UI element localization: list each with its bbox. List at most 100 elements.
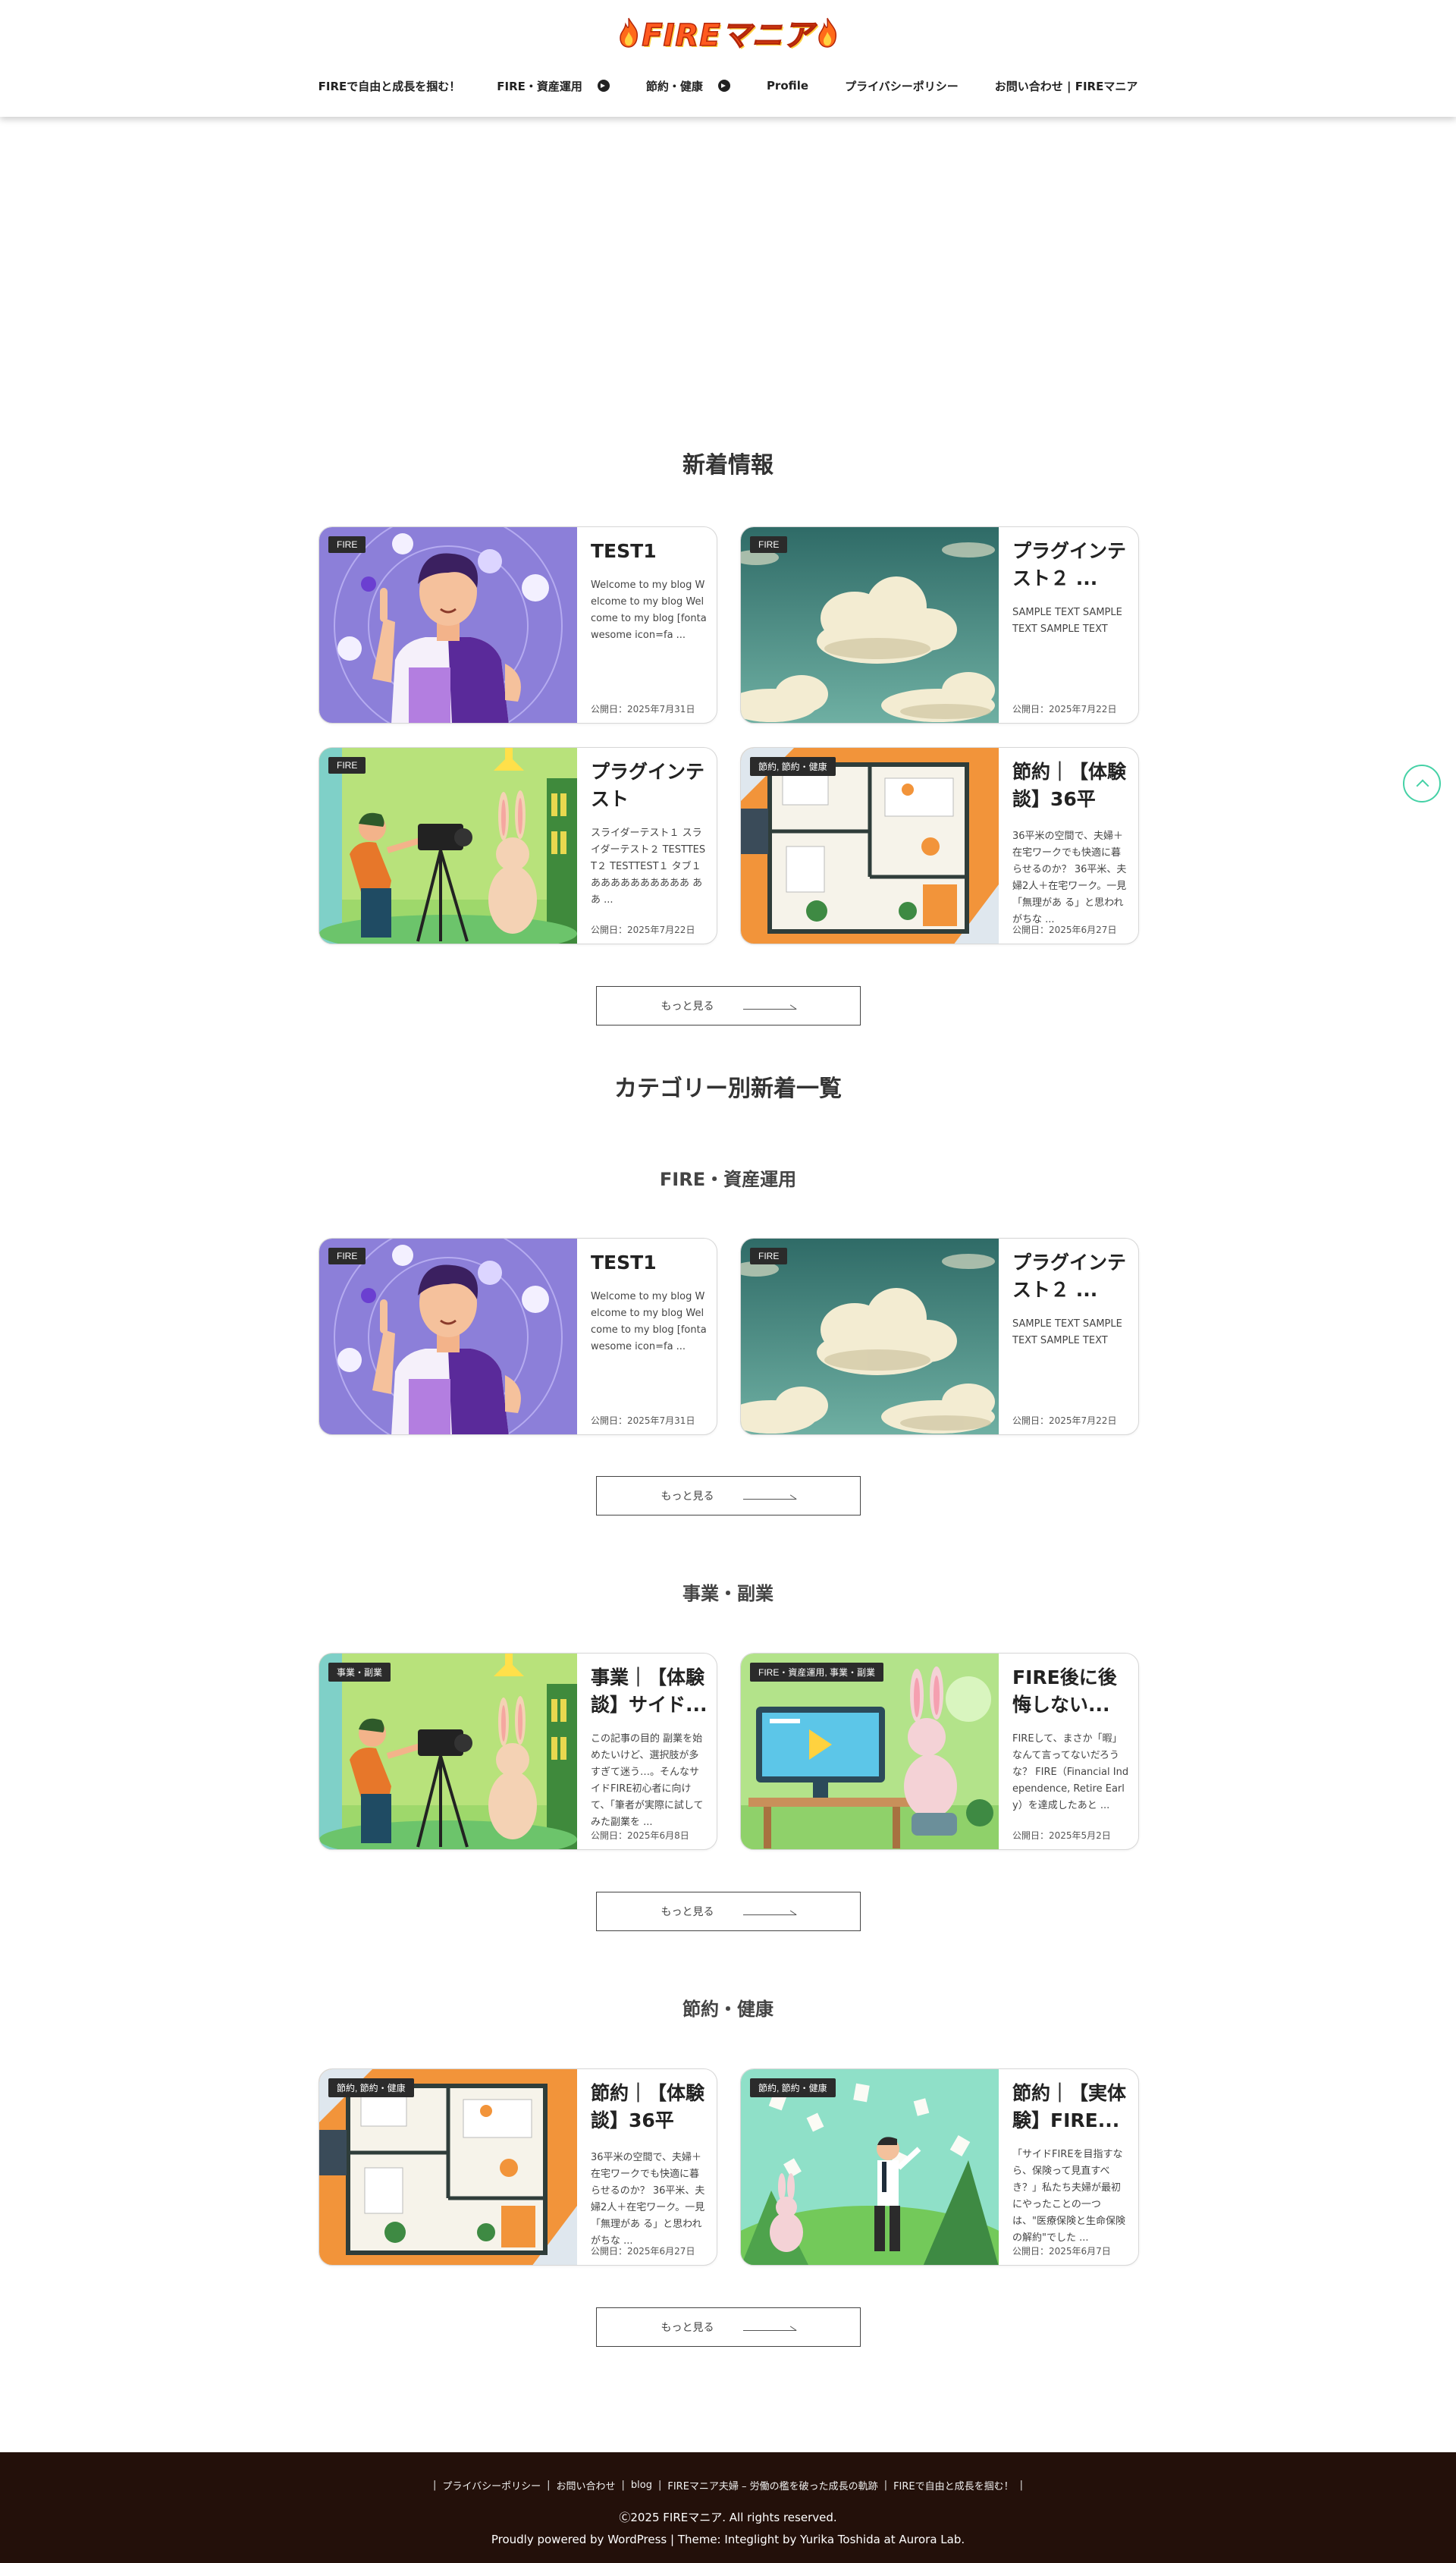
post-excerpt: 36平米の空間で、夫婦＋在宅ワークでも快適に暮らせるのか？ 36平米、夫婦2人＋…	[591, 2152, 705, 2247]
category-business-heading: 事業・副業	[682, 1583, 774, 1604]
post-card[interactable]: 節約, 節約・健康 節約｜【体験談】36平米... 36平米の空間で、夫婦＋在宅…	[318, 2068, 717, 2266]
back-to-top-button[interactable]	[1403, 765, 1441, 803]
post-body: 節約｜【実体験】FIRE... 「サイドFIREを目指すなら、保険って見直すべき…	[1012, 2080, 1129, 2257]
post-title[interactable]: TEST1	[591, 538, 708, 565]
footer-link-blog[interactable]: blog	[631, 2480, 652, 2491]
post-body: プラグインテスト２ ... SAMPLE TEXT SAMPLE TEXT SA…	[1012, 1249, 1129, 1427]
post-thumbnail[interactable]	[741, 527, 999, 723]
footer-link-privacy[interactable]: プライバシーポリシー	[442, 2478, 541, 2492]
post-thumbnail[interactable]	[741, 2069, 999, 2265]
post-excerpt: 36平米の空間で、夫婦＋在宅ワークでも快適に暮らせるのか？ 36平米、夫婦2人＋…	[1012, 831, 1127, 925]
post-card[interactable]: FIRE TEST1 Welcome to my blog Welcome to…	[318, 1238, 717, 1435]
post-card[interactable]: FIRE プラグインテスト２ ... SAMPLE TEXT SAMPLE TE…	[740, 1238, 1139, 1435]
post-thumbnail[interactable]	[319, 748, 577, 944]
post-thumbnail[interactable]	[741, 1654, 999, 1849]
flame-icon	[620, 17, 639, 48]
post-excerpt: SAMPLE TEXT SAMPLE TEXT SAMPLE TEXT	[1012, 1318, 1122, 1346]
category-badge[interactable]: 節約, 節約・健康	[750, 2078, 836, 2097]
post-thumbnail[interactable]	[319, 1239, 577, 1434]
post-date: 公開日：2025年6月7日	[1012, 2246, 1111, 2257]
post-thumbnail[interactable]	[319, 527, 577, 723]
post-title[interactable]: プラグインテスト２ ...	[1012, 1249, 1129, 1304]
post-date: 公開日：2025年6月27日	[1012, 925, 1117, 935]
post-card[interactable]: 節約, 節約・健康 節約｜【体験談】36平米... 36平米の空間で、夫婦＋在宅…	[740, 747, 1139, 944]
arrow-right-icon	[742, 1002, 796, 1010]
footer-link-about[interactable]: FIREマニア夫婦 – 労働の檻を破った成長の軌跡	[667, 2478, 877, 2492]
more-button-business[interactable]: もっと見る	[596, 1892, 861, 1931]
nav-label: お問い合わせ | FIREマニア	[994, 79, 1138, 93]
post-body: 節約｜【体験談】36平米... 36平米の空間で、夫婦＋在宅ワークでも快適に暮ら…	[1012, 759, 1129, 936]
nav-item-home[interactable]: FIREで自由と成長を掴む！	[318, 78, 461, 94]
category-badge[interactable]: FIRE	[328, 1248, 366, 1264]
post-body: FIRE後に後悔しない... FIREして、まさか「暇」なんて言ってないだろうな…	[1012, 1664, 1129, 1842]
post-thumbnail[interactable]	[741, 1239, 999, 1434]
footer-links: | プライバシーポリシー | お問い合わせ | blog | FIREマニア夫婦…	[432, 2478, 1024, 2492]
site-header: FIREマニア FIREで自由と成長を掴む！ FIRE・資産運用 節約・健康 P…	[0, 0, 1456, 117]
chevron-right-icon[interactable]	[597, 80, 610, 92]
more-label: もっと見る	[661, 2322, 714, 2334]
nav-label: プライバシーポリシー	[845, 79, 959, 93]
post-title[interactable]: 節約｜【体験談】36平米...	[591, 2080, 708, 2137]
footer-link-contact[interactable]: お問い合わせ	[556, 2478, 615, 2492]
nav-item-profile[interactable]: Profile	[767, 79, 808, 93]
post-body: 事業｜【体験談】サイド... この記事の目的 副業を始めたいけど、選択肢が多すぎ…	[591, 1664, 708, 1842]
category-badge[interactable]: 事業・副業	[328, 1663, 391, 1682]
post-body: TEST1 Welcome to my blog Welcome to my b…	[591, 1249, 708, 1427]
category-fire-heading: FIRE・資産運用	[659, 1169, 797, 1190]
post-title[interactable]: FIRE後に後悔しない...	[1012, 1664, 1129, 1719]
post-excerpt: FIREして、まさか「暇」なんて言ってないだろうな？ FIRE（Financia…	[1012, 1733, 1129, 1811]
post-card[interactable]: FIRE プラグインテスト スライダーテスト１ スライダーテスト２ TESTTE…	[318, 747, 717, 944]
category-badge[interactable]: FIRE・資産運用, 事業・副業	[750, 1663, 884, 1682]
post-date: 公開日：2025年6月27日	[591, 2246, 695, 2257]
footer-credit: Proudly powered by WordPress | Theme: In…	[491, 2533, 965, 2546]
post-excerpt: SAMPLE TEXT SAMPLE TEXT SAMPLE TEXT	[1012, 607, 1122, 635]
category-badge[interactable]: 節約, 節約・健康	[750, 757, 836, 776]
category-saving-heading: 節約・健康	[682, 1999, 774, 2020]
post-card[interactable]: 節約, 節約・健康 節約｜【実体験】FIRE... 「サイドFIREを目指すなら…	[740, 2068, 1139, 2266]
nav-item-fire[interactable]: FIRE・資産運用	[497, 78, 610, 94]
nav-label: FIRE・資産運用	[497, 79, 582, 93]
post-date: 公開日：2025年7月31日	[591, 1415, 695, 1426]
footer-link-home[interactable]: FIREで自由と成長を掴む！	[893, 2478, 1014, 2492]
arrow-right-icon	[742, 1492, 796, 1500]
post-excerpt: 「サイドFIREを目指すなら、保険って見直すべき？」私たち夫婦が最初にやったこと…	[1012, 2149, 1125, 2244]
category-badge[interactable]: FIRE	[750, 1248, 788, 1264]
post-title[interactable]: 節約｜【実体験】FIRE...	[1012, 2080, 1129, 2134]
category-badge[interactable]: FIRE	[328, 757, 366, 774]
more-button-fire[interactable]: もっと見る	[596, 1476, 861, 1515]
nav-label: Profile	[766, 79, 809, 93]
logo-text: FIREマニア	[642, 17, 814, 54]
post-body: プラグインテスト２ ... SAMPLE TEXT SAMPLE TEXT SA…	[1012, 538, 1129, 715]
more-button-saving[interactable]: もっと見る	[596, 2307, 861, 2347]
post-card[interactable]: FIRE プラグインテスト２ ... SAMPLE TEXT SAMPLE TE…	[740, 526, 1139, 724]
nav-item-saving[interactable]: 節約・健康	[646, 78, 730, 94]
post-body: 節約｜【体験談】36平米... 36平米の空間で、夫婦＋在宅ワークでも快適に暮ら…	[591, 2080, 708, 2257]
post-title[interactable]: 節約｜【体験談】36平米...	[1012, 759, 1129, 816]
category-badge[interactable]: FIRE	[750, 536, 788, 553]
post-title[interactable]: プラグインテスト２ ...	[1012, 538, 1129, 592]
site-logo[interactable]: FIREマニア	[0, 11, 1456, 56]
more-label: もっと見る	[661, 1490, 714, 1503]
category-heading: カテゴリー別新着一覧	[614, 1076, 842, 1102]
nav-item-privacy[interactable]: プライバシーポリシー	[845, 78, 959, 94]
post-title[interactable]: 事業｜【体験談】サイド...	[591, 1664, 708, 1719]
post-title[interactable]: プラグインテスト	[591, 759, 708, 813]
category-badge[interactable]: 節約, 節約・健康	[328, 2078, 414, 2097]
post-card[interactable]: 事業・副業 事業｜【体験談】サイド... この記事の目的 副業を始めたいけど、選…	[318, 1653, 717, 1850]
post-title[interactable]: TEST1	[591, 1249, 708, 1277]
more-button-latest[interactable]: もっと見る	[596, 986, 861, 1026]
post-thumbnail[interactable]	[319, 1654, 577, 1849]
chevron-right-icon[interactable]	[717, 80, 730, 92]
post-card[interactable]: FIRE TEST1 Welcome to my blog Welcome to…	[318, 526, 717, 724]
post-excerpt: スライダーテスト１ スライダーテスト２ TESTTEST２ TESTTEST１ …	[591, 828, 706, 906]
post-excerpt: Welcome to my blog Welcome to my blog We…	[591, 1291, 707, 1352]
more-label: もっと見る	[661, 1000, 714, 1013]
nav-item-contact[interactable]: お問い合わせ | FIREマニア	[995, 78, 1138, 94]
category-badge[interactable]: FIRE	[328, 536, 366, 553]
post-thumbnail[interactable]	[741, 748, 999, 944]
post-body: プラグインテスト スライダーテスト１ スライダーテスト２ TESTTEST２ T…	[591, 759, 708, 936]
post-thumbnail[interactable]	[319, 2069, 577, 2265]
post-card[interactable]: FIRE・資産運用, 事業・副業 FIRE後に後悔しない... FIREして、ま…	[740, 1653, 1139, 1850]
main-nav: FIREで自由と成長を掴む！ FIRE・資産運用 節約・健康 Profile プ…	[0, 73, 1456, 99]
site-footer: | プライバシーポリシー | お問い合わせ | blog | FIREマニア夫婦…	[0, 2452, 1456, 2563]
